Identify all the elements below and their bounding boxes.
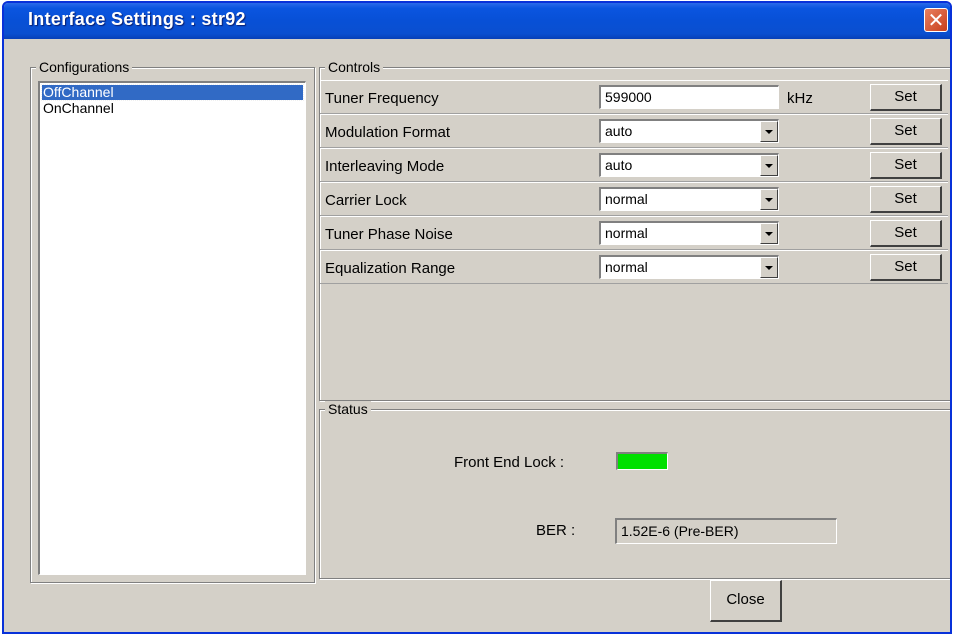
controls-group: Controls Tuner Frequency 599000 kHz Set … [319,59,950,401]
tuner-frequency-unit: kHz [787,90,813,107]
interleaving-mode-select[interactable]: auto [599,153,779,177]
list-item-offchannel[interactable]: OffChannel [41,84,304,101]
control-row-tuner-phase-noise: Tuner Phase Noise normal Set [320,216,948,250]
carrier-lock-dropdown-button[interactable] [760,189,778,210]
front-end-lock-indicator [616,452,668,470]
control-row-modulation-format: Modulation Format auto Set [320,114,948,148]
control-row-carrier-lock: Carrier Lock normal Set [320,182,948,216]
tuner-phase-noise-label: Tuner Phase Noise [325,226,453,243]
equalization-range-select[interactable]: normal [599,255,779,279]
set-carrier-lock-button[interactable]: Set [870,186,942,213]
equalization-range-label: Equalization Range [325,260,456,277]
configurations-legend: Configurations [36,59,133,75]
set-equalization-range-button[interactable]: Set [870,254,942,281]
equalization-range-value: normal [605,259,648,275]
ber-value: 1.52E-6 (Pre-BER) [615,518,837,544]
modulation-format-select[interactable]: auto [599,119,779,143]
set-tuner-frequency-button[interactable]: Set [870,84,942,111]
chevron-down-icon [765,130,773,134]
controls-legend: Controls [325,59,384,75]
ber-label: BER : [536,522,576,539]
tuner-frequency-value: 599000 [605,89,652,105]
title-bar[interactable]: Interface Settings : str92 ✕ [4,3,950,39]
interleaving-mode-dropdown-button[interactable] [760,155,778,176]
chevron-down-icon [765,232,773,236]
chevron-down-icon [765,198,773,202]
chevron-down-icon [765,164,773,168]
status-legend: Status [325,401,371,417]
window-close-button[interactable]: ✕ [924,8,948,32]
carrier-lock-value: normal [605,191,648,207]
interleaving-mode-label: Interleaving Mode [325,158,445,175]
set-interleaving-mode-button[interactable]: Set [870,152,942,179]
modulation-format-dropdown-button[interactable] [760,121,778,142]
modulation-format-value: auto [605,123,633,139]
modulation-format-label: Modulation Format [325,124,451,141]
control-row-interleaving-mode: Interleaving Mode auto Set [320,148,948,182]
window-title: Interface Settings : str92 [28,9,246,29]
control-row-tuner-frequency: Tuner Frequency 599000 kHz Set [320,80,948,114]
list-item-onchannel[interactable]: OnChannel [42,101,303,116]
carrier-lock-label: Carrier Lock [325,192,407,209]
configurations-list[interactable]: OffChannel OnChannel [38,81,306,575]
tuner-frequency-label: Tuner Frequency [325,90,439,107]
front-end-lock-label: Front End Lock : [454,454,565,471]
interface-settings-window: Interface Settings : str92 ✕ Configurati… [2,1,952,634]
tuner-phase-noise-select[interactable]: normal [599,221,779,245]
close-icon: ✕ [927,8,945,32]
close-button[interactable]: Close [710,580,782,622]
control-row-equalization-range: Equalization Range normal Set [320,250,948,284]
equalization-range-dropdown-button[interactable] [760,257,778,278]
carrier-lock-select[interactable]: normal [599,187,779,211]
tuner-frequency-input[interactable]: 599000 [599,85,779,109]
set-tuner-phase-noise-button[interactable]: Set [870,220,942,247]
set-modulation-format-button[interactable]: Set [870,118,942,145]
configurations-group: Configurations OffChannel OnChannel [30,59,315,583]
status-group: Status Front End Lock : BER : 1.52E-6 (P… [319,401,950,579]
tuner-phase-noise-value: normal [605,225,648,241]
chevron-down-icon [765,266,773,270]
interleaving-mode-value: auto [605,157,633,173]
tuner-phase-noise-dropdown-button[interactable] [760,223,778,244]
